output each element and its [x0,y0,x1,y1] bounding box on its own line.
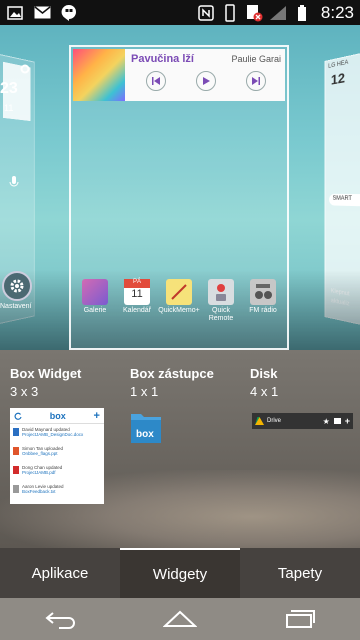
right-page-preview[interactable]: LG HEA 12 SMART Klepnut aktualiz [324,48,360,330]
next-icon [252,77,260,85]
add-icon: + [93,409,100,422]
back-button[interactable] [40,604,80,634]
smart-label: SMART [329,193,360,207]
calendar-app-icon: PÁ 11 [124,279,150,305]
home-icon [163,610,197,627]
camera-icon [333,418,341,424]
microphone-icon [8,175,20,194]
right-footer-2: aktualiz [330,298,350,308]
box-logo: box [49,410,66,421]
add-icon: + [344,416,350,426]
dock: Galerie PÁ 11 Kalendář QuickMemo+ Quick … [77,279,281,323]
right-footer-1: Klepnut [330,288,350,298]
dock-item-quick-remote[interactable]: Quick Remote [203,279,239,323]
star-icon: ★ [322,416,330,426]
box-shortcut-icon[interactable]: box [130,408,162,444]
vibrate-icon [221,3,239,22]
battery-icon [293,4,311,21]
previous-icon [152,77,160,85]
settings-label: Nastavení [0,303,32,310]
song-artist: Paulie Garai [231,54,281,64]
box-widget-preview[interactable]: box + David Maynard updated ProjectJAMB_D… [10,408,104,504]
tab-widgets[interactable]: Widgety [120,548,240,598]
list-item: Aaron Levie updated BoxFeedback.txt [10,481,104,500]
recent-apps-icon [286,610,315,628]
dock-item-quickmemo[interactable]: QuickMemo+ [158,279,200,323]
gallery-app-icon [82,279,108,305]
navigation-bar [0,598,360,640]
album-art [73,49,125,101]
gear-small-icon [20,61,30,79]
document-icon [13,428,19,436]
quick-remote-app-icon [208,279,234,305]
signal-icon [269,5,287,21]
hangouts-icon [60,4,78,21]
widget-box-shortcut[interactable]: Box zástupce 1 x 1 [130,366,214,399]
list-item: Dong Chan updated ProjectJAMB.pdf [10,462,104,481]
next-button[interactable] [246,71,266,91]
fm-radio-app-icon [250,279,276,305]
pdf-icon [13,466,19,474]
presentation-icon [13,447,19,455]
play-icon [203,77,210,85]
home-screen-editor: 23 11 Nastavení LG HEA 12 SMART Klepnut … [0,25,360,350]
text-file-icon [13,485,19,493]
editor-tabs: Aplikace Widgety Tapety [0,548,360,598]
play-button[interactable] [196,71,216,91]
left-clock-value: 23 [0,80,18,97]
previous-button[interactable] [146,71,166,91]
gear-icon [10,279,24,293]
drive-logo-icon [255,417,264,425]
quickmemo-app-icon [166,279,192,305]
home-button[interactable] [160,604,200,634]
refresh-icon [14,412,22,420]
music-widget[interactable]: Pavučina lží Paulie Garai [73,49,285,101]
list-item: David Maynard updated ProjectJAMB_DesignD… [10,424,104,443]
widget-drive[interactable]: Disk 4 x 1 [250,366,278,399]
dock-item-fm-radio[interactable]: FM rádio [245,279,281,323]
left-date-value: 11 [4,103,14,113]
no-sim-icon [245,4,263,21]
back-icon [45,612,75,629]
drive-widget-preview[interactable]: Drive ★ + [252,413,353,429]
status-bar: 8:23 [0,0,360,25]
recent-apps-button[interactable] [280,604,320,634]
dock-item-calendar[interactable]: PÁ 11 Kalendář [119,279,155,323]
gallery-icon [6,5,24,21]
tab-apps[interactable]: Aplikace [0,548,120,598]
clock: 8:23 [320,2,354,22]
current-page-preview[interactable]: Pavučina lží Paulie Garai Galerie PÁ 11 … [69,45,289,350]
gmail-icon [33,5,51,21]
widget-drawer: Box Widget 3 x 3 Box zástupce 1 x 1 Disk… [0,350,360,548]
song-title: Pavučina lží [131,53,194,65]
nfc-icon [197,4,215,21]
svg-text:box: box [136,429,154,440]
dock-item-gallery[interactable]: Galerie [77,279,113,323]
home-settings-button[interactable] [2,271,32,301]
tab-wallpapers[interactable]: Tapety [240,548,360,598]
drive-label: Drive [267,418,282,424]
list-item: Simon Tan uploaded Onbbee_flags.ppt [10,443,104,462]
widget-box-widget[interactable]: Box Widget 3 x 3 [10,366,81,399]
